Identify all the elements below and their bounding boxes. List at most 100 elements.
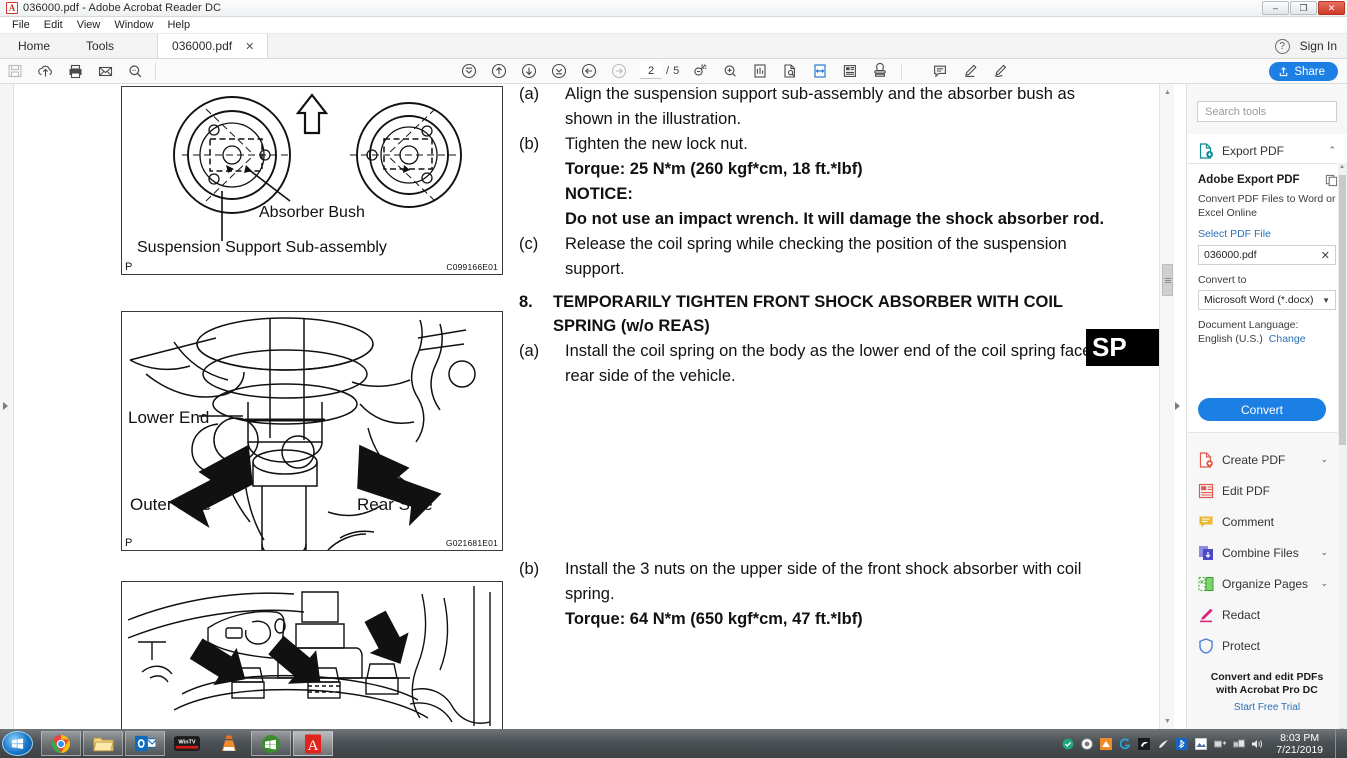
tool-comment-label: Comment: [1222, 514, 1275, 529]
chevron-down-icon[interactable]: ⌄: [1320, 547, 1328, 558]
taskbar-apps: WinTV A: [41, 731, 333, 756]
taskbar-clock[interactable]: 8:03 PM 7/21/2019: [1270, 732, 1329, 756]
selected-file-field[interactable]: 036000.pdf ✕: [1198, 245, 1336, 265]
toolbar-comment-group: [925, 59, 1015, 83]
page-thumbnail-icon[interactable]: [775, 59, 805, 83]
back-icon[interactable]: [574, 59, 604, 83]
windows-media-center-taskbar-icon[interactable]: [251, 731, 291, 756]
fit-width-icon[interactable]: [805, 59, 835, 83]
previous-page-icon[interactable]: [484, 59, 514, 83]
scrollbar-thumb[interactable]: [1162, 264, 1173, 296]
menu-help[interactable]: Help: [160, 18, 197, 32]
help-icon[interactable]: ?: [1274, 38, 1290, 54]
bluetooth-icon[interactable]: [1175, 737, 1188, 750]
display-icon[interactable]: [1194, 737, 1207, 750]
tools-panel-scrollbar[interactable]: ▲ ▼: [1338, 163, 1347, 735]
tool-comment[interactable]: Comment: [1187, 506, 1339, 537]
convert-button[interactable]: Convert: [1198, 398, 1326, 421]
tab-home[interactable]: Home: [0, 34, 68, 58]
volume-icon[interactable]: [1251, 737, 1264, 750]
file-explorer-taskbar-icon[interactable]: [83, 731, 123, 756]
close-icon[interactable]: ✕: [242, 40, 257, 53]
save-icon[interactable]: [0, 59, 30, 83]
copy-icon[interactable]: [1325, 174, 1338, 187]
chevron-down-icon[interactable]: ⌄: [1320, 454, 1328, 465]
torque-line-1: Torque: 25 N*m (260 kgf*cm, 18 ft.*lbf): [519, 157, 1119, 182]
title-bar: A 036000.pdf - Adobe Acrobat Reader DC –…: [0, 0, 1347, 17]
windows-start-icon[interactable]: [2, 731, 33, 756]
chrome-taskbar-icon[interactable]: [41, 731, 81, 756]
adobe-reader-taskbar-icon[interactable]: A: [293, 731, 333, 756]
tab-tools[interactable]: Tools: [68, 34, 132, 58]
sign-in-button[interactable]: Sign In: [1300, 39, 1337, 53]
left-navigation-pane[interactable]: [0, 84, 14, 729]
network-icon[interactable]: [1232, 737, 1245, 750]
fit-page-icon[interactable]: [745, 59, 775, 83]
stamp-icon[interactable]: [865, 59, 895, 83]
last-page-icon[interactable]: [544, 59, 574, 83]
panel-scroll-up-icon[interactable]: ▲: [1339, 164, 1345, 170]
chevron-right-icon[interactable]: [3, 402, 8, 410]
antivirus-icon[interactable]: [1080, 737, 1093, 750]
change-language-link[interactable]: Change: [1269, 333, 1306, 345]
search-tools-input[interactable]: Search tools: [1197, 101, 1337, 122]
chevron-up-icon[interactable]: ⌃: [1328, 145, 1336, 156]
step-a-label: (a): [519, 342, 540, 360]
share-button[interactable]: Share: [1269, 62, 1338, 81]
email-icon[interactable]: [90, 59, 120, 83]
wintv-taskbar-icon[interactable]: WinTV: [167, 731, 207, 756]
pdf-icon: A: [6, 2, 18, 14]
create-pdf-icon: [1199, 451, 1213, 468]
scroll-up-icon[interactable]: ▲: [1160, 85, 1175, 99]
first-page-icon[interactable]: [454, 59, 484, 83]
orange-tile-icon[interactable]: [1099, 737, 1112, 750]
show-desktop-button[interactable]: [1335, 729, 1343, 758]
upload-cloud-icon[interactable]: [30, 59, 60, 83]
tool-create-pdf[interactable]: Create PDF ⌄: [1187, 444, 1339, 475]
read-mode-icon[interactable]: [835, 59, 865, 83]
highlight-icon[interactable]: [955, 59, 985, 83]
scroll-down-icon[interactable]: ▼: [1160, 714, 1175, 728]
tool-combine-files[interactable]: Combine Files ⌄: [1187, 537, 1339, 568]
menu-edit[interactable]: Edit: [37, 18, 70, 32]
vlc-taskbar-icon[interactable]: [209, 731, 249, 756]
forward-icon[interactable]: [604, 59, 634, 83]
print-icon[interactable]: [60, 59, 90, 83]
logitech-icon[interactable]: [1118, 737, 1131, 750]
nvidia-icon[interactable]: [1137, 737, 1150, 750]
right-pane-chevron-icon[interactable]: [1175, 402, 1180, 410]
export-pdf-icon: [1199, 142, 1213, 159]
convert-to-select[interactable]: Microsoft Word (*.docx) ▼: [1198, 290, 1336, 310]
tab-document[interactable]: 036000.pdf ✕: [157, 34, 269, 58]
page-number-input[interactable]: 2: [640, 63, 662, 79]
tool-organize-pages[interactable]: Organize Pages ⌄: [1187, 568, 1339, 599]
audio-driver-icon[interactable]: [1156, 737, 1169, 750]
usb-eject-icon[interactable]: [1213, 737, 1226, 750]
tool-redact[interactable]: Redact: [1187, 599, 1339, 630]
search-icon[interactable]: [120, 59, 150, 83]
panel-scrollbar-thumb[interactable]: [1339, 175, 1346, 445]
comment-icon[interactable]: [925, 59, 955, 83]
select-pdf-file-link[interactable]: Select PDF File: [1198, 228, 1336, 240]
chevron-down-icon[interactable]: ▼: [1322, 296, 1330, 305]
tool-protect[interactable]: Protect: [1187, 630, 1339, 661]
tool-edit-pdf[interactable]: Edit PDF: [1187, 475, 1339, 506]
close-button[interactable]: ✕: [1318, 1, 1345, 15]
menu-window[interactable]: Window: [107, 18, 160, 32]
maximize-button[interactable]: ❐: [1290, 1, 1317, 15]
combine-files-icon: [1199, 545, 1213, 560]
outlook-taskbar-icon[interactable]: [125, 731, 165, 756]
next-page-icon[interactable]: [514, 59, 544, 83]
menu-view[interactable]: View: [70, 18, 108, 32]
shield-check-icon[interactable]: [1061, 737, 1074, 750]
zoom-in-icon[interactable]: [715, 59, 745, 83]
clear-file-icon[interactable]: ✕: [1321, 249, 1330, 262]
document-viewport[interactable]: Absorber Bush Suspension Support Sub-ass…: [14, 84, 1174, 729]
minimize-button[interactable]: –: [1262, 1, 1289, 15]
start-free-trial-link[interactable]: Start Free Trial: [1187, 702, 1347, 713]
sign-icon[interactable]: [985, 59, 1015, 83]
zoom-out-icon[interactable]: [685, 59, 715, 83]
menu-file[interactable]: File: [5, 18, 37, 32]
document-vertical-scrollbar[interactable]: ▲ ▼: [1159, 84, 1174, 729]
chevron-down-icon[interactable]: ⌄: [1320, 578, 1328, 589]
